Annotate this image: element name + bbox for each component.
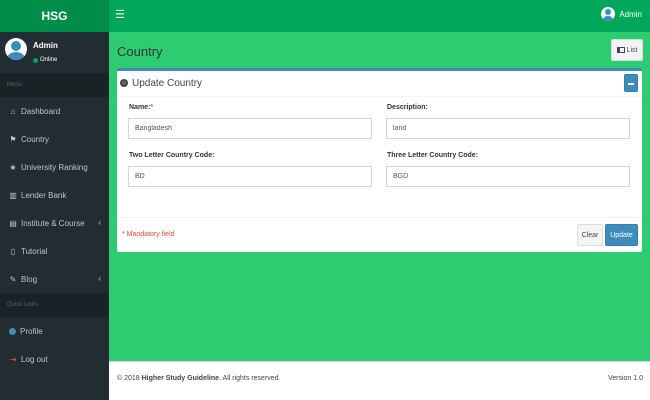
brand-logo[interactable]: HSG [0,0,109,32]
avatar [601,7,616,21]
star-icon: ★ [9,162,17,172]
chevron-left-icon[interactable]: ‹ [98,218,101,227]
panel-title: Update Country [132,78,203,89]
book-icon: ▤ [9,218,17,228]
page-footer: © 2018 Higher Study Guideline. All right… [109,361,650,400]
sidebar-item-dashboard[interactable]: ⌂ Dashboard [0,97,109,125]
user-panel: Admin Online [0,32,109,73]
avatar [5,38,27,60]
sidebar-item-label: Institute & Course [21,218,85,228]
sidebar-item-lender-bank[interactable]: ▥ Lender Bank [0,181,109,209]
sidebar-item-label: Dashboard [21,106,61,116]
two-letter-code-field[interactable] [128,166,372,187]
two-letter-code-label: Two Letter Country Code: [129,152,215,159]
flag-icon: ⚑ [9,134,17,144]
file-icon: ▯ [10,246,16,256]
panel-header: Update Country [117,71,642,97]
name-field[interactable] [128,118,372,139]
sidebar-item-label: Log out [21,354,48,364]
user-menu-name: Admin [619,9,642,19]
update-button[interactable]: Update [605,224,638,246]
panel-footer-divider [117,217,642,218]
edit-icon: ✎ [9,274,17,284]
copyright-brand-link[interactable]: Higher Study Guideline [142,375,219,382]
sidebar-item-country[interactable]: ⚑ Country [0,125,109,153]
user-menu[interactable]: Admin [601,7,642,21]
description-label: Description: [387,104,428,111]
sidebar-item-blog[interactable]: ✎ Blog ‹ [0,265,109,293]
update-country-panel: Update Country Name:* Description: Two L… [117,68,642,252]
bank-icon: ▥ [9,190,17,200]
copyright-text: © 2018 Higher Study Guideline. All right… [117,375,281,382]
sidebar-item-label: Country [21,134,50,144]
sidebar-item-tutorial[interactable]: ▯ Tutorial [0,237,109,265]
menu-header: Menu [0,73,109,97]
gear-icon [120,79,128,87]
three-letter-code-field[interactable] [386,166,630,187]
sidebar-item-profile[interactable]: Profile [0,317,109,345]
quick-links-header: Quick Links [0,293,109,317]
sidebar-item-label: Tutorial [21,246,48,256]
sidebar-item-university-ranking[interactable]: ★ University Ranking [0,153,109,181]
profile-icon [9,327,16,335]
user-status: Online [33,57,57,63]
sidebar-item-label: Profile [20,326,43,336]
description-field[interactable] [386,118,630,139]
three-letter-code-label: Three Letter Country Code: [387,152,479,159]
logout-icon: ⇥ [9,354,17,364]
dashboard-icon: ⌂ [10,106,16,116]
sidebar-item-institute-course[interactable]: ▤ Institute & Course ‹ [0,209,109,237]
clear-button[interactable]: Clear [577,224,603,246]
name-label: Name:* [129,104,154,111]
list-icon [616,47,625,53]
sidebar-item-label: Blog [21,274,38,284]
list-button[interactable]: List [611,39,643,61]
sidebar-item-label: University Ranking [21,162,88,172]
required-marker: * [150,104,154,111]
hamburger-icon[interactable]: ☰ [115,9,125,21]
sidebar-item-logout[interactable]: ⇥ Log out [0,345,109,373]
collapse-button[interactable] [624,74,638,92]
main-content: Country List Update Country Name:* Descr… [109,32,650,361]
chevron-left-icon[interactable]: ‹ [98,274,101,283]
version-label: Version 1.0 [607,375,643,382]
user-status-label: Online [40,57,58,63]
online-dot-icon [33,57,38,63]
mandatory-note: * Mandatory field [122,231,175,238]
sidebar-user-name: Admin [33,41,58,50]
page-title: Country [117,44,163,59]
list-button-label: List [626,46,638,54]
sidebar-item-label: Lender Bank [21,190,67,200]
top-navbar: ☰ Admin [109,0,650,32]
sidebar: Admin Online Menu ⌂ Dashboard ⚑ Country … [0,32,109,400]
